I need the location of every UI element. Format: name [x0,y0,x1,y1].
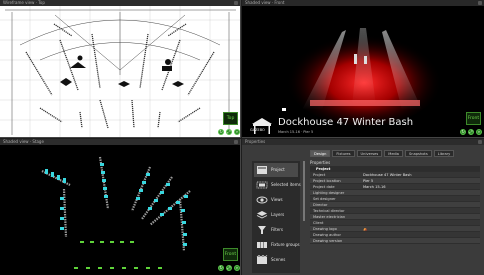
zoom-view-button[interactable]: ⌕ [476,129,482,135]
properties-grid: Project Project Dockhouse 47 Winter Bash … [310,166,480,244]
rotate-view-button[interactable]: ↻ [460,129,466,135]
tab-fixtures[interactable]: Fixtures [332,150,355,157]
front-view-pane[interactable]: Shaded view · Front GAZEBO Dockhouse 47 … [242,0,484,138]
wireframe-drawing [0,6,240,137]
view-badge-3d[interactable]: Front [223,248,238,261]
logo-text: GAZEBO [250,128,265,132]
layers-icon [256,211,268,219]
tab-library[interactable]: Library [433,150,455,157]
tab-universes[interactable]: Universes [356,150,383,157]
top-view-pane[interactable]: Wireframe view · Top Top ↻ ⤢ ⌕ [0,0,241,138]
scenes-icon [256,255,268,264]
sidebar-item-scenes[interactable]: Scenes [254,253,298,267]
properties-tabs: Design Fixtures Universes Media Snapshot… [310,150,455,157]
zoom-view-button[interactable]: ⌕ [234,265,240,271]
pane-title-bar: Properties [242,139,484,145]
sidebar-item-layers[interactable]: Layers [254,208,298,222]
sidebar-item-project[interactable]: Project [254,163,298,177]
fit-view-button[interactable]: ⤢ [226,129,232,135]
fit-view-button[interactable]: ⤢ [468,129,474,135]
rotate-view-button[interactable]: ↻ [218,265,224,271]
close-icon[interactable] [478,140,482,144]
show-subtitle: March 15-16 · Pier 5 [278,130,314,134]
sidebar-item-label: Project [271,167,285,172]
show-title: Dockhouse 47 Winter Bash [278,117,414,128]
sidebar-item-views[interactable]: Views [254,193,298,207]
sidebar-item-selected-items[interactable]: Selected items [254,178,301,192]
app-window: Wireframe view · Top Top ↻ ⤢ ⌕ Shaded vi… [0,0,484,275]
tab-media[interactable]: Media [384,150,404,157]
properties-heading: Properties [310,160,331,165]
view-badge-top[interactable]: Top [223,112,238,125]
views-icon [256,196,268,204]
properties-pane: Properties Design Fixtures Universes Med… [242,139,484,275]
pane-title: Properties [245,139,266,144]
view-badge-front[interactable]: Front [466,112,481,125]
property-key: Drawing version [313,239,343,243]
sidebar-item-label: Scenes [271,257,286,262]
table-row[interactable]: Drawing version [310,238,480,244]
sidebar-item-label: Selected items [271,182,301,187]
filters-icon [258,226,266,234]
properties-sidebar: Project Selected items Views Layers Filt… [252,161,301,273]
sidebar-scrollbar[interactable] [303,161,305,221]
sidebar-item-label: Filters [271,227,283,232]
truss-3d-render [41,156,191,269]
sidebar-item-label: Layers [271,212,285,217]
fit-view-button[interactable]: ⤢ [226,265,232,271]
sidebar-item-filters[interactable]: Filters [254,223,298,237]
sidebar-item-label: Fixture groups [271,242,300,247]
sidebar-item-fixture-groups[interactable]: Fixture groups [254,238,300,252]
zoom-view-button[interactable]: ⌕ [234,129,240,135]
gazebo-logo-icon [252,118,272,134]
close-icon[interactable] [478,1,482,5]
tab-design[interactable]: Design [310,150,331,157]
fixture-groups-icon [257,242,267,248]
selected-items-icon [256,181,268,189]
stage-3d-pane[interactable]: Shaded view · Stage Front ↻ ⤢ ⌕ [0,139,241,275]
project-icon [257,166,267,174]
rotate-view-button[interactable]: ↻ [218,129,224,135]
pane-title: Shaded view · Front [245,0,285,5]
sidebar-item-label: Views [271,197,283,202]
tab-snapshots[interactable]: Snapshots [405,150,432,157]
pane-title-bar: Shaded view · Front [242,0,484,6]
